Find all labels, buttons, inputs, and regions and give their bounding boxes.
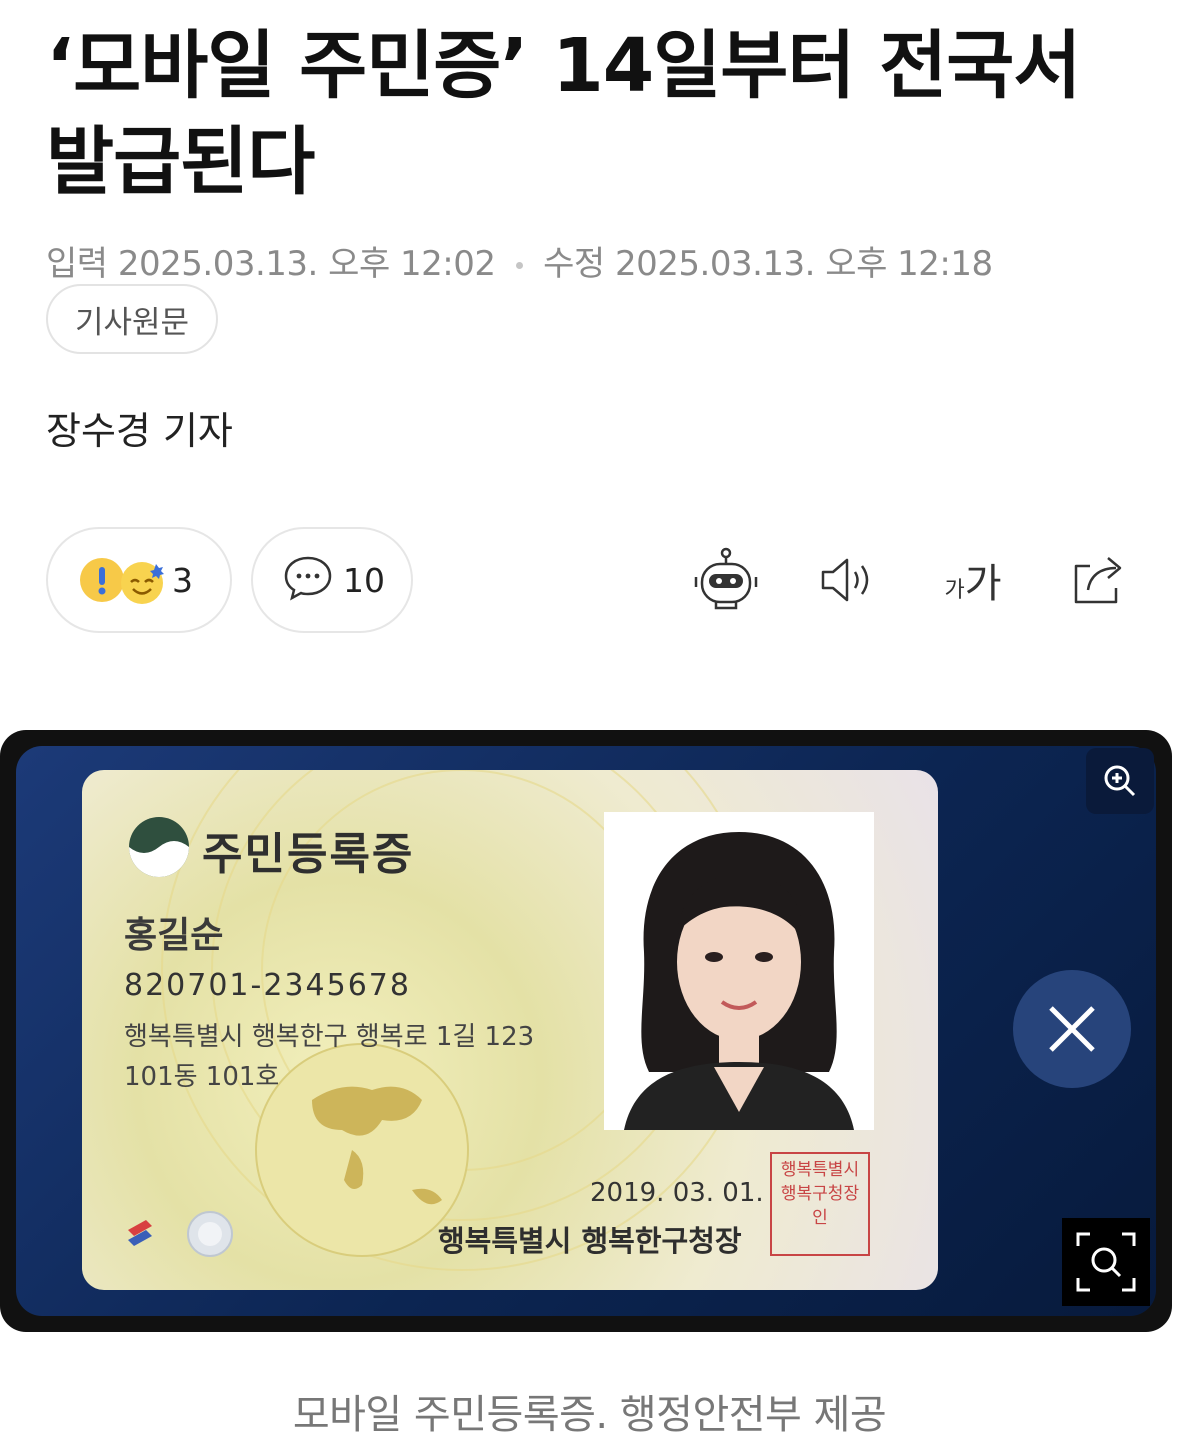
card-holder-name: 홍길순 (124, 915, 224, 956)
text-to-speech-icon (821, 558, 869, 602)
card-issue-date: 2019. 03. 01. (590, 1178, 764, 1208)
article-headline: ‘모바일 주민증’ 14일부터 전국서 발급된다 (46, 23, 1081, 205)
official-seal: 행복특별시 행복구청장인 (770, 1152, 870, 1256)
image-search-lens-icon (1076, 1232, 1136, 1292)
id-photo (604, 812, 874, 1130)
close-icon (1049, 1006, 1095, 1052)
text-to-speech-button[interactable] (808, 540, 888, 620)
card-id-number: 820701-2345678 (124, 968, 411, 1003)
meta-separator (515, 262, 523, 269)
input-datetime: 2025.03.13. 오후 12:02 (117, 244, 496, 284)
government-emblem-icon (129, 817, 189, 877)
comment-count: 10 (343, 560, 385, 600)
mobile-id-card: 주민등록증 홍길순 820701-2345678 행복특별시 행복한구 행복로 … (82, 770, 938, 1290)
input-label: 입력 (46, 244, 108, 284)
card-address-line2: 101동 101호 (124, 1062, 280, 1092)
reaction-button[interactable]: 3 (46, 527, 232, 633)
modified-label: 수정 (543, 244, 605, 284)
image-zoom-button[interactable] (1086, 748, 1154, 814)
modified-datetime: 2025.03.13. 오후 12:18 (615, 244, 993, 284)
comment-bubble-icon (283, 555, 333, 605)
hologram-icon (128, 1211, 233, 1257)
original-article-button[interactable]: 기사원문 (46, 284, 218, 354)
share-button[interactable] (1058, 540, 1138, 620)
comment-button[interactable]: 10 (251, 527, 413, 633)
article-meta: 입력 2025.03.13. 오후 12:02 수정 2025.03.13. 오… (46, 236, 993, 285)
ai-summary-button[interactable] (686, 540, 766, 620)
card-issuer: 행복특별시 행복한구청장 (438, 1224, 742, 1258)
article-photo[interactable]: 주민등록증 홍길순 820701-2345678 행복특별시 행복한구 행복로 … (0, 730, 1172, 1332)
image-search-button[interactable] (1062, 1218, 1150, 1306)
close-button[interactable] (1013, 970, 1131, 1088)
phone-screen: 주민등록증 홍길순 820701-2345678 행복특별시 행복한구 행복로 … (16, 746, 1156, 1316)
photo-caption: 모바일 주민등록증. 행정안전부 제공 (292, 1392, 887, 1438)
font-size-icon: 가가 (944, 561, 1002, 607)
share-icon (1074, 557, 1122, 604)
card-title: 주민등록증 (202, 829, 415, 880)
reaction-count: 3 (172, 560, 193, 600)
card-address-line1: 행복특별시 행복한구 행복로 1길 123 (124, 1022, 535, 1052)
ai-summary-robot-icon (694, 547, 758, 610)
zoom-in-icon (1104, 765, 1136, 797)
smile-emoji-icon (118, 558, 164, 604)
reporter-name[interactable]: 장수경 기자 (46, 400, 233, 455)
font-size-button[interactable]: 가가 (930, 540, 1016, 620)
